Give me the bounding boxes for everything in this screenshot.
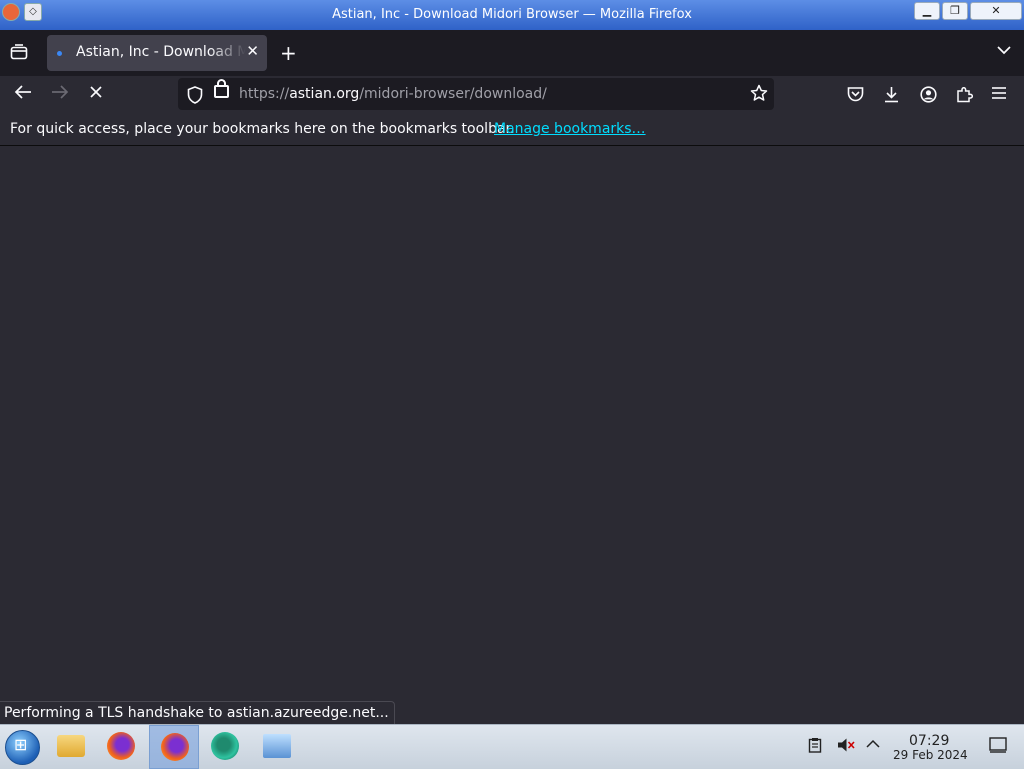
volume-muted-icon[interactable] [837, 737, 855, 757]
firefox-taskbar-button[interactable] [98, 725, 144, 769]
plus-icon[interactable]: + [280, 41, 297, 65]
clipboard-icon[interactable] [808, 737, 822, 757]
minimize-button[interactable]: ▁ [914, 2, 940, 20]
arrow-left-icon[interactable] [14, 84, 32, 105]
chevron-up-icon[interactable] [866, 737, 880, 753]
computer-icon [263, 734, 291, 758]
download-icon[interactable] [883, 86, 900, 107]
browser-taskbar-button[interactable] [202, 725, 248, 769]
taskbar: ⊞ 07:29 29 Feb 2024 [0, 724, 1024, 769]
clock-date[interactable]: 29 Feb 2024 [893, 748, 968, 762]
url-text[interactable]: https://astian.org/midori-browser/downlo… [239, 86, 547, 102]
close-tab-icon[interactable]: ✕ [246, 42, 259, 60]
tab-title: Astian, Inc - Download Midori Browser [76, 44, 246, 60]
loading-favicon-icon [57, 51, 62, 56]
bookmarks-toolbar: For quick access, place your bookmarks h… [0, 114, 1024, 146]
firefox-icon [107, 732, 135, 760]
show-desktop-icon[interactable] [989, 737, 1007, 757]
system-settings-taskbar-button[interactable] [254, 725, 300, 769]
status-panel: Performing a TLS handshake to astian.azu… [0, 701, 395, 725]
page-content[interactable] [0, 146, 1024, 724]
start-button[interactable]: ⊞ [5, 730, 40, 765]
puzzle-icon[interactable] [956, 86, 974, 107]
firefox-view-icon[interactable] [10, 44, 30, 62]
folder-icon [57, 735, 85, 757]
file-manager-taskbar-button[interactable] [48, 725, 94, 769]
maximize-button[interactable]: ❐ [942, 2, 968, 20]
lock-icon[interactable] [214, 79, 229, 98]
firefox-icon [161, 733, 189, 761]
star-icon[interactable] [750, 84, 768, 107]
close-icon[interactable] [88, 84, 104, 105]
window-title: Astian, Inc - Download Midori Browser — … [332, 7, 692, 22]
window-titlebar: ◇ Astian, Inc - Download Midori Browser … [0, 0, 1024, 30]
clock-time[interactable]: 07:29 [909, 733, 949, 749]
pocket-icon[interactable] [847, 86, 864, 106]
chevron-down-icon[interactable] [997, 44, 1011, 58]
arrow-right-icon[interactable] [51, 84, 69, 105]
shield-icon[interactable] [187, 86, 203, 108]
windows-logo-icon: ⊞ [14, 735, 28, 754]
url-bar[interactable]: https://astian.org/midori-browser/downlo… [178, 78, 774, 110]
firefox-active-taskbar-button[interactable] [149, 725, 199, 769]
navigation-toolbar: https://astian.org/midori-browser/downlo… [0, 76, 1024, 114]
window-controls: ▁ ❐ ✕ [914, 2, 1022, 20]
bookmarks-empty-message: For quick access, place your bookmarks h… [10, 121, 515, 137]
account-icon[interactable] [920, 86, 937, 107]
close-window-button[interactable]: ✕ [970, 2, 1022, 20]
midori-icon [211, 732, 239, 760]
tab-active[interactable]: Astian, Inc - Download Midori Browser ✕ [47, 35, 267, 71]
manage-bookmarks-link[interactable]: Manage bookmarks… [494, 121, 646, 137]
hamburger-icon[interactable] [991, 86, 1007, 104]
